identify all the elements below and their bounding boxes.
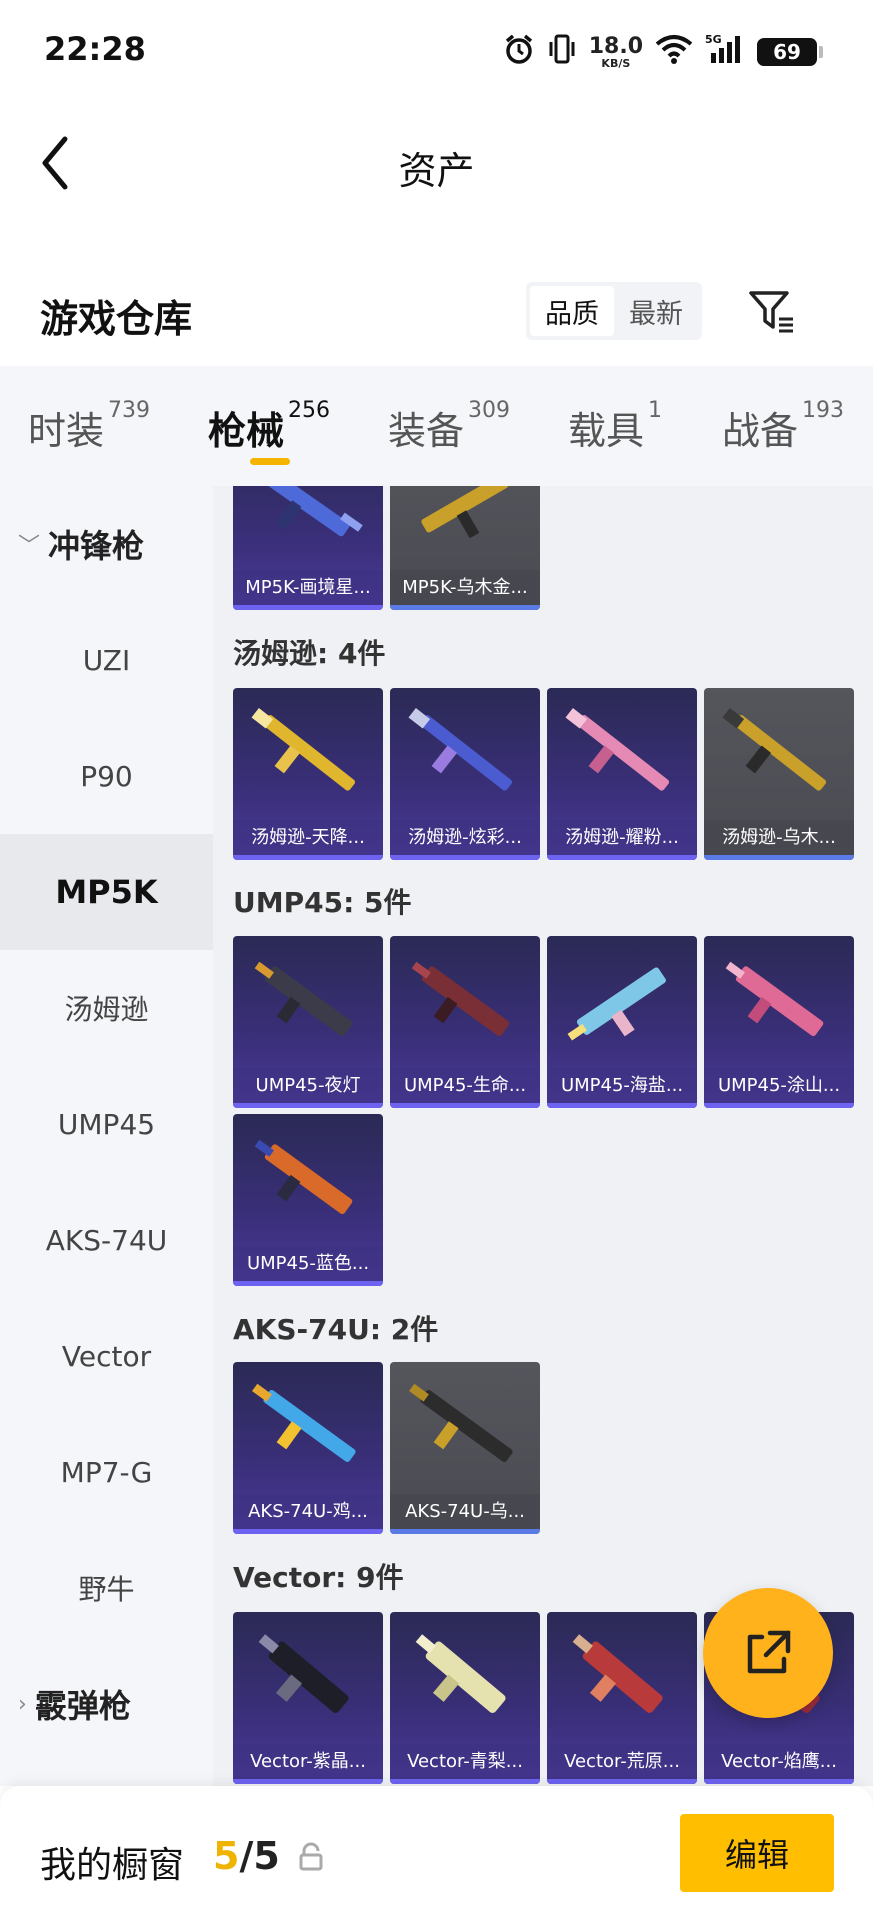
sidebar-item-ump45[interactable]: UMP45: [0, 1066, 213, 1182]
sidebar-group-smg[interactable]: ﹀ 冲锋枪: [0, 486, 213, 602]
sidebar-item-thompson[interactable]: 汤姆逊: [0, 950, 213, 1066]
sidebar-item-vector[interactable]: Vector: [0, 1298, 213, 1414]
net-speed: 18.0 KB/S: [588, 33, 643, 70]
item-card[interactable]: AKS-74U-乌...: [390, 1362, 540, 1534]
tab-equipment[interactable]: 装备 309: [388, 398, 510, 455]
rifle-icon: [408, 708, 513, 791]
sidebar-item-uzi[interactable]: UZI: [0, 602, 213, 718]
share-button[interactable]: [703, 1588, 833, 1718]
item-card[interactable]: UMP45-涂山...: [704, 936, 854, 1108]
item-card[interactable]: 汤姆逊-天降...: [233, 688, 383, 860]
section-title-aks74u: AKS-74U: 2件: [233, 1313, 439, 1346]
showcase-title: 我的橱窗: [40, 1845, 185, 1886]
battery-icon: 69: [757, 38, 823, 66]
alarm-icon: [503, 33, 535, 71]
section-title-ump45: UMP45: 5件: [233, 886, 412, 919]
smg-icon: [411, 961, 510, 1037]
sidebar-item-aks74u[interactable]: AKS-74U: [0, 1182, 213, 1298]
wifi-icon: [655, 34, 693, 70]
active-tab-indicator: [250, 458, 290, 465]
item-card[interactable]: 汤姆逊-乌木...: [704, 688, 854, 860]
tab-supplies[interactable]: 战备 193: [722, 398, 844, 455]
weapon-sidebar: ﹀ 冲锋枪 UZI P90 MP5K 汤姆逊 UMP45 AKS-74U Vect…: [0, 486, 213, 1786]
smg-icon: [258, 1634, 349, 1713]
sort-toggle: 品质 最新: [526, 282, 702, 340]
rifle-icon: [251, 708, 356, 791]
item-card[interactable]: Vector-紫晶...: [233, 1612, 383, 1784]
sort-newest[interactable]: 最新: [614, 286, 698, 336]
status-time: 22:28: [44, 30, 146, 68]
vibrate-icon: [547, 33, 577, 71]
item-card[interactable]: UMP45-夜灯: [233, 936, 383, 1108]
showcase-count: 5/5: [213, 1834, 280, 1878]
tab-vehicles[interactable]: 载具 1: [568, 398, 662, 455]
warehouse-title: 游戏仓库: [40, 297, 193, 341]
smg-icon: [254, 1139, 353, 1215]
sidebar-item-bison[interactable]: 野牛: [0, 1530, 213, 1646]
sidebar-item-mp5k[interactable]: MP5K: [0, 834, 213, 950]
header: 资产: [0, 100, 873, 230]
warehouse-header: 游戏仓库 品质 最新: [0, 270, 873, 366]
chevron-down-icon: ﹀: [18, 534, 41, 559]
sidebar-item-p90[interactable]: P90: [0, 718, 213, 834]
section-title-thompson: 汤姆逊: 4件: [233, 637, 386, 670]
item-card[interactable]: MP5K-乌木金...: [390, 486, 540, 610]
showcase-bar: 我的橱窗 5/5 编辑: [0, 1786, 873, 1920]
smg-icon: [421, 486, 509, 539]
item-card[interactable]: MP5K-画境星...: [233, 486, 383, 610]
item-card[interactable]: UMP45-海盐...: [547, 936, 697, 1108]
rifle-icon: [252, 1383, 356, 1463]
sort-quality[interactable]: 品质: [530, 286, 614, 336]
item-card[interactable]: UMP45-生命...: [390, 936, 540, 1108]
smg-icon: [266, 486, 363, 537]
svg-text:5G: 5G: [705, 33, 722, 46]
rifle-icon: [565, 708, 670, 791]
sidebar-item-mp7g[interactable]: MP7-G: [0, 1414, 213, 1530]
rifle-icon: [722, 708, 827, 791]
sidebar-group-shotgun[interactable]: › 霰弹枪: [0, 1646, 213, 1762]
lock-icon: [299, 1842, 323, 1871]
status-bar: 22:28 18.0 KB/S 5G 69: [0, 0, 873, 100]
signal-icon: 5G: [705, 33, 745, 71]
smg-icon: [725, 961, 824, 1037]
item-card[interactable]: AKS-74U-鸡...: [233, 1362, 383, 1534]
status-icons: 18.0 KB/S 5G 69: [503, 30, 823, 74]
item-card[interactable]: 汤姆逊-炫彩...: [390, 688, 540, 860]
item-card[interactable]: UMP45-蓝色...: [233, 1114, 383, 1286]
filter-icon: [749, 291, 793, 333]
item-card[interactable]: Vector-青梨...: [390, 1612, 540, 1784]
item-card[interactable]: 汤姆逊-耀粉...: [547, 688, 697, 860]
section-title-vector: Vector: 9件: [233, 1561, 404, 1594]
chevron-right-icon: ›: [18, 1691, 27, 1717]
page-title: 资产: [398, 149, 475, 193]
smg-icon: [567, 967, 666, 1041]
edit-button[interactable]: 编辑: [680, 1814, 834, 1892]
item-card[interactable]: Vector-荒原...: [547, 1612, 697, 1784]
tab-fashion[interactable]: 时装 739: [28, 398, 150, 455]
share-icon: [747, 1630, 791, 1674]
filter-button[interactable]: [744, 284, 800, 340]
smg-icon: [572, 1634, 663, 1713]
smg-icon: [254, 961, 353, 1037]
category-tabs: 时装 739 枪械 256 装备 309 载具 1 战备 193: [0, 366, 873, 486]
smg-icon: [415, 1634, 506, 1713]
rifle-icon: [409, 1383, 513, 1463]
tab-firearms[interactable]: 枪械 256: [208, 398, 330, 455]
